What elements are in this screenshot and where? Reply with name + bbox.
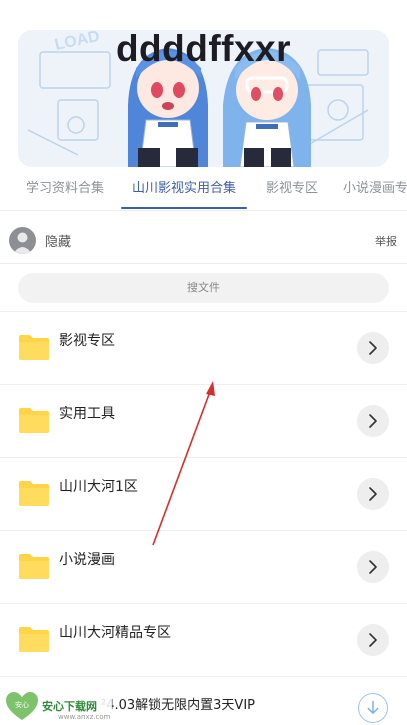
tab-study-materials[interactable]: 学习资料合集 (26, 170, 104, 210)
folder-icon (19, 335, 49, 360)
folder-label: 小说漫画 (59, 552, 115, 568)
promo-file-name: ²4.03解锁无限内置3天VIP (101, 698, 255, 713)
chevron-right-icon[interactable] (357, 551, 389, 583)
watermark-logo: 安心 (6, 692, 38, 720)
chevron-right-icon[interactable] (357, 624, 389, 656)
tab-shanchuan-video-tools[interactable]: 山川影视实用合集 (120, 170, 248, 210)
folder-icon (19, 554, 49, 579)
search-files-input[interactable]: 搜文件 (18, 273, 389, 303)
banner-title: ddddffxxr (115, 30, 292, 69)
folder-icon (19, 481, 49, 506)
svg-text:安心: 安心 (15, 700, 29, 709)
divider (0, 263, 407, 264)
folder-row-tools[interactable]: 实用工具 (0, 384, 407, 457)
folder-row-shanchuan-1[interactable]: 山川大河1区 (0, 457, 407, 530)
folder-row-novel-comics[interactable]: 小说漫画 (0, 530, 407, 603)
watermark-name: 安心下载网 (42, 700, 97, 713)
chevron-right-icon[interactable] (357, 478, 389, 510)
tab-video-zone[interactable]: 影视专区 (266, 170, 318, 210)
watermark-url: www.anxz.com (58, 713, 111, 721)
tab-novel-comics[interactable]: 小说漫画专 (343, 170, 407, 210)
folder-icon (19, 408, 49, 433)
chevron-right-icon[interactable] (357, 332, 389, 364)
owner-row: 隐藏 举报 (0, 218, 407, 262)
download-icon[interactable] (358, 693, 388, 723)
user-icon[interactable] (9, 227, 36, 254)
chevron-right-icon[interactable] (357, 405, 389, 437)
report-button[interactable]: 举报 (375, 233, 397, 249)
folder-row-video-zone[interactable]: 影视专区 (0, 311, 407, 384)
folder-label: 影视专区 (59, 333, 115, 349)
folder-label: 山川大河1区 (59, 479, 138, 495)
folder-label: 实用工具 (59, 406, 115, 422)
folder-row-shanchuan-premium[interactable]: 山川大河精品专区 (0, 603, 407, 676)
folder-icon (19, 627, 49, 652)
category-tabs: 学习资料合集 山川影视实用合集 影视专区 小说漫画专 (0, 170, 407, 210)
banner-image: LOAD ddddffxxr (18, 30, 389, 167)
divider (0, 210, 407, 211)
watermark: 安心 安心下载网 www.anxz.com (2, 688, 112, 725)
owner-name: 隐藏 (45, 235, 72, 250)
folder-label: 山川大河精品专区 (59, 625, 171, 641)
